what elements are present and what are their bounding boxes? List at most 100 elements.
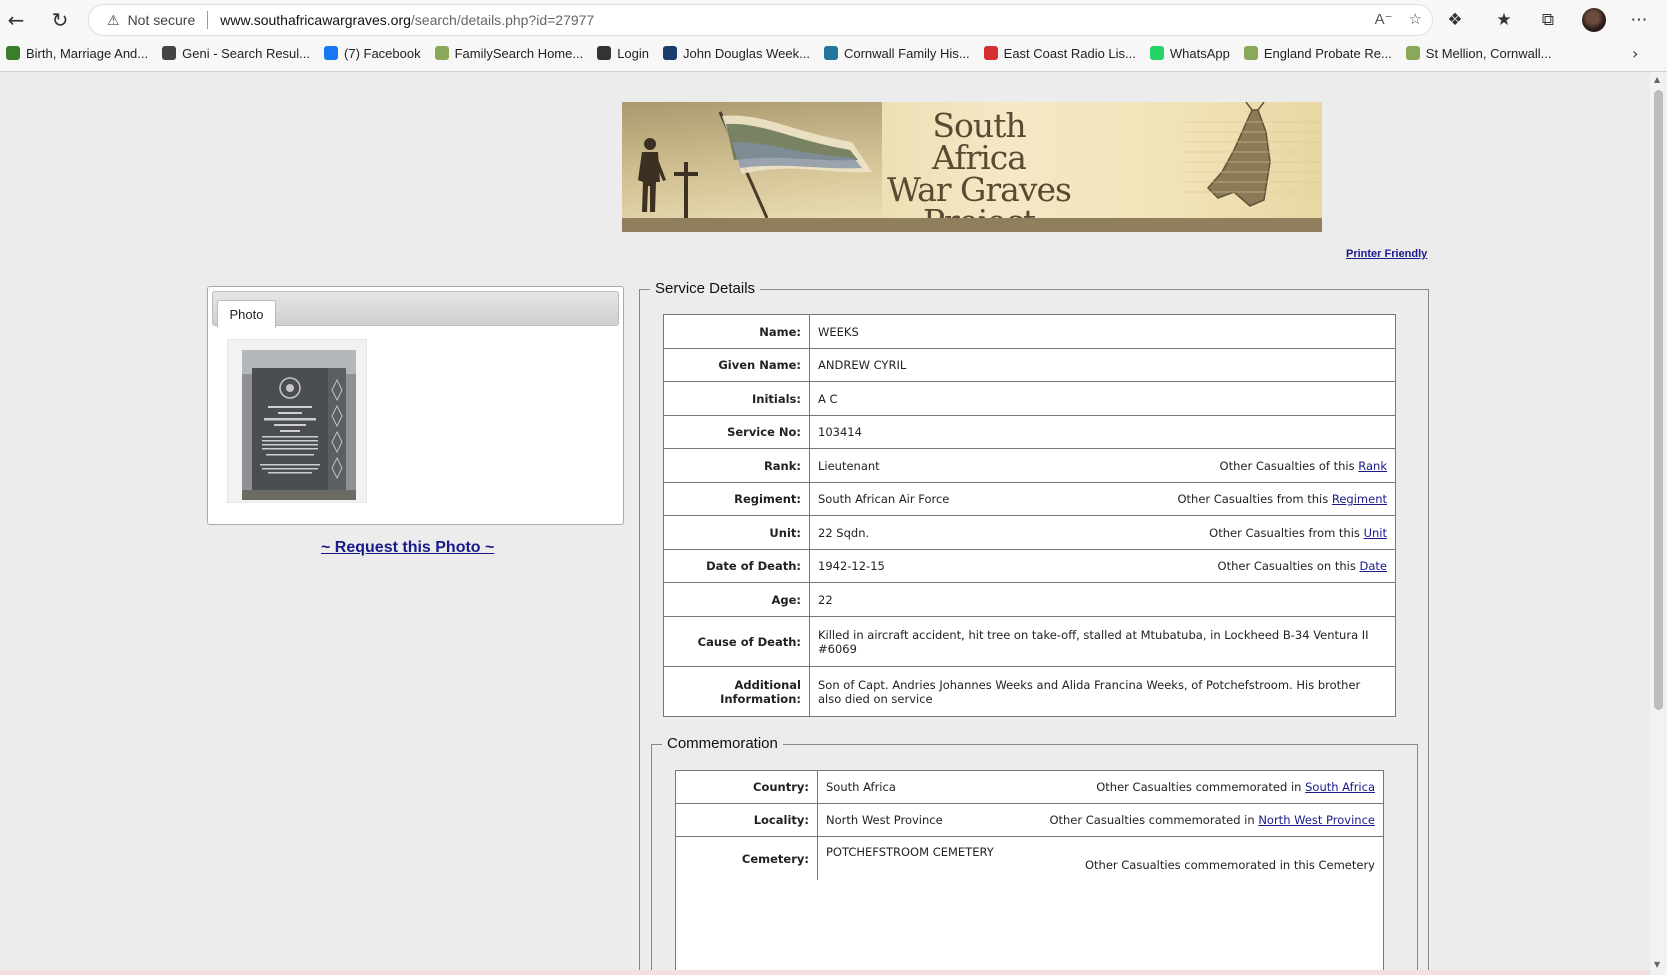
detail-row: Date of Death: 1942-12-15 Other Casualties… xyxy=(663,549,1396,583)
profile-avatar[interactable] xyxy=(1582,8,1606,32)
other-casualties: Other Casualties commemorated in North W… xyxy=(1049,813,1375,827)
other-casualties-link[interactable]: Regiment xyxy=(1332,492,1387,506)
bookmark-item[interactable]: (7) Facebook xyxy=(324,46,421,61)
read-aloud-icon[interactable]: A⁻ xyxy=(1375,10,1393,28)
bookmark-item[interactable]: Login xyxy=(597,46,649,61)
bookmark-label: England Probate Re... xyxy=(1263,45,1392,61)
bookmark-item[interactable]: Geni - Search Resul... xyxy=(162,46,310,61)
scrollbar-thumb[interactable] xyxy=(1654,90,1663,710)
detail-label: Name: xyxy=(663,314,810,349)
scroll-up-arrow-icon[interactable]: ▲ xyxy=(1654,75,1660,84)
other-casualties: Other Casualties from this Unit xyxy=(1209,526,1387,540)
request-photo-link[interactable]: ~ Request this Photo ~ xyxy=(321,539,494,557)
bookmark-item[interactable]: East Coast Radio Lis... xyxy=(983,45,1136,61)
bookmark-item[interactable]: England Probate Re... xyxy=(1243,45,1392,61)
detail-value: Son of Capt. Andries Johannes Weeks and … xyxy=(818,677,1361,706)
other-casualties: Other Casualties commemorated in South A… xyxy=(1096,780,1375,794)
detail-label: Additional Information: xyxy=(663,666,810,717)
detail-label: Age: xyxy=(663,582,810,617)
detail-value: South African Air Force xyxy=(818,492,950,506)
other-casualties-link[interactable]: Date xyxy=(1360,559,1388,573)
detail-row: Cemetery: POTCHEFSTROOM CEMETERY Other Cas… xyxy=(675,836,1384,881)
commemoration-table: Country: South Africa Other Casualties com… xyxy=(675,770,1384,881)
reload-icon[interactable]: ↻ xyxy=(46,6,74,34)
favorites-icon[interactable]: ★ xyxy=(1490,6,1518,34)
login-figure-icon xyxy=(597,46,612,60)
cross-icon xyxy=(674,162,698,218)
detail-label: Service No: xyxy=(663,415,810,449)
bookmark-item[interactable]: WhatsApp xyxy=(1149,46,1230,61)
detail-value-cell: North West Province Other Casualties comm… xyxy=(817,803,1384,837)
ancestry-leaf-icon xyxy=(663,46,678,60)
address-bar[interactable]: ⚠ Not secure www.southafricawargraves.or… xyxy=(88,4,1433,36)
detail-value-cell: Son of Capt. Andries Johannes Weeks and … xyxy=(809,666,1396,717)
printer-friendly-link[interactable]: Printer Friendly xyxy=(1346,248,1427,260)
vertical-scrollbar[interactable]: ▲ ▼ xyxy=(1650,72,1667,975)
other-casualties-link[interactable]: North West Province xyxy=(1258,813,1375,827)
bookmark-item[interactable]: Birth, Marriage And... xyxy=(6,46,148,61)
geni-g-icon xyxy=(162,46,177,60)
service-details-legend: Service Details xyxy=(650,280,761,297)
detail-row: Locality: North West Province Other Casual… xyxy=(675,803,1384,837)
other-casualties-link[interactable]: Cemetery xyxy=(1318,858,1375,872)
detail-row: Given Name: ANDREW CYRIL xyxy=(663,348,1396,382)
security-label: Not secure xyxy=(127,12,196,28)
photo-thumbnail-frame[interactable] xyxy=(227,339,367,503)
detail-value-cell: 1942-12-15 Other Casualties on this Date xyxy=(809,549,1396,583)
springbok-head-icon xyxy=(1206,102,1271,207)
tab-photo[interactable]: Photo xyxy=(217,300,276,328)
detail-value: 1942-12-15 xyxy=(818,559,885,573)
detail-value-cell: 22 xyxy=(809,582,1396,617)
bottom-edge xyxy=(0,970,1650,975)
collections-icon[interactable]: ⧉ xyxy=(1534,6,1562,34)
bookmark-item[interactable]: Cornwall Family His... xyxy=(823,46,970,61)
detail-value-cell: South African Air Force Other Casualties … xyxy=(809,482,1396,516)
detail-value: Killed in aircraft accident, hit tree on… xyxy=(818,627,1369,656)
detail-label: Regiment: xyxy=(663,482,810,516)
detail-value: 103414 xyxy=(818,425,862,439)
detail-value-cell: WEEKS xyxy=(809,314,1396,349)
back-arrow-icon[interactable]: ← xyxy=(2,6,30,34)
detail-label: Locality: xyxy=(675,803,818,837)
bookmark-item[interactable]: St Mellion, Cornwall... xyxy=(1405,46,1552,61)
detail-row: Initials: A C xyxy=(663,381,1396,416)
detail-value: A C xyxy=(818,391,838,406)
other-casualties-link[interactable]: Unit xyxy=(1364,526,1387,540)
other-casualties: Other Casualties from this Regiment xyxy=(1177,492,1387,506)
bookmark-item[interactable]: John Douglas Week... xyxy=(663,46,810,61)
detail-row: Name: WEEKS xyxy=(663,314,1396,349)
detail-value: South Africa xyxy=(826,780,896,794)
bookmark-label: Geni - Search Resul... xyxy=(182,45,311,61)
more-menu-icon[interactable]: ⋯ xyxy=(1625,6,1653,34)
familysearch-tree-icon xyxy=(434,46,449,60)
detail-value-cell: POTCHEFSTROOM CEMETERY Other Casualties c… xyxy=(817,836,1384,881)
detail-row: Rank: Lieutenant Other Casualties of this … xyxy=(663,448,1396,483)
chevron-right-icon[interactable]: › xyxy=(1632,44,1638,63)
detail-label: Date of Death: xyxy=(663,549,810,583)
detail-label: Initials: xyxy=(663,381,810,416)
gravestone-photo[interactable] xyxy=(242,350,356,500)
bookmarks-bar: Birth, Marriage And... Geni - Search Resu… xyxy=(0,40,1640,66)
other-casualties: Other Casualties of this Rank xyxy=(1220,459,1387,473)
detail-label: Cemetery: xyxy=(675,836,818,881)
bookmark-label: East Coast Radio Lis... xyxy=(1003,45,1136,61)
other-casualties-link[interactable]: South Africa xyxy=(1305,780,1375,794)
whatsapp-icon xyxy=(1149,46,1164,60)
other-casualties-text: Other Casualties of this xyxy=(1219,458,1355,473)
url-host: www.southafricawargraves.org xyxy=(220,12,411,28)
wordpress-icon xyxy=(823,46,838,60)
extensions-puzzle-icon[interactable]: ❖ xyxy=(1441,6,1469,34)
add-favorite-star-icon[interactable]: ☆ xyxy=(1409,10,1422,28)
bookmark-label: FamilySearch Home... xyxy=(454,45,584,61)
bookmark-item[interactable]: FamilySearch Home... xyxy=(434,45,584,61)
familysearch-tree-icon xyxy=(1243,46,1258,60)
facebook-icon xyxy=(324,46,339,60)
detail-value-cell: ANDREW CYRIL xyxy=(809,348,1396,382)
tree-icon xyxy=(6,46,20,60)
other-casualties-link[interactable]: Rank xyxy=(1358,459,1387,473)
detail-label: Unit: xyxy=(663,515,810,550)
detail-value: ANDREW CYRIL xyxy=(818,358,907,372)
detail-value-cell: 22 Sqdn. Other Casualties from this Unit xyxy=(809,515,1396,550)
familysearch-tree-icon xyxy=(1405,46,1420,60)
scroll-down-arrow-icon[interactable]: ▼ xyxy=(1654,960,1660,969)
